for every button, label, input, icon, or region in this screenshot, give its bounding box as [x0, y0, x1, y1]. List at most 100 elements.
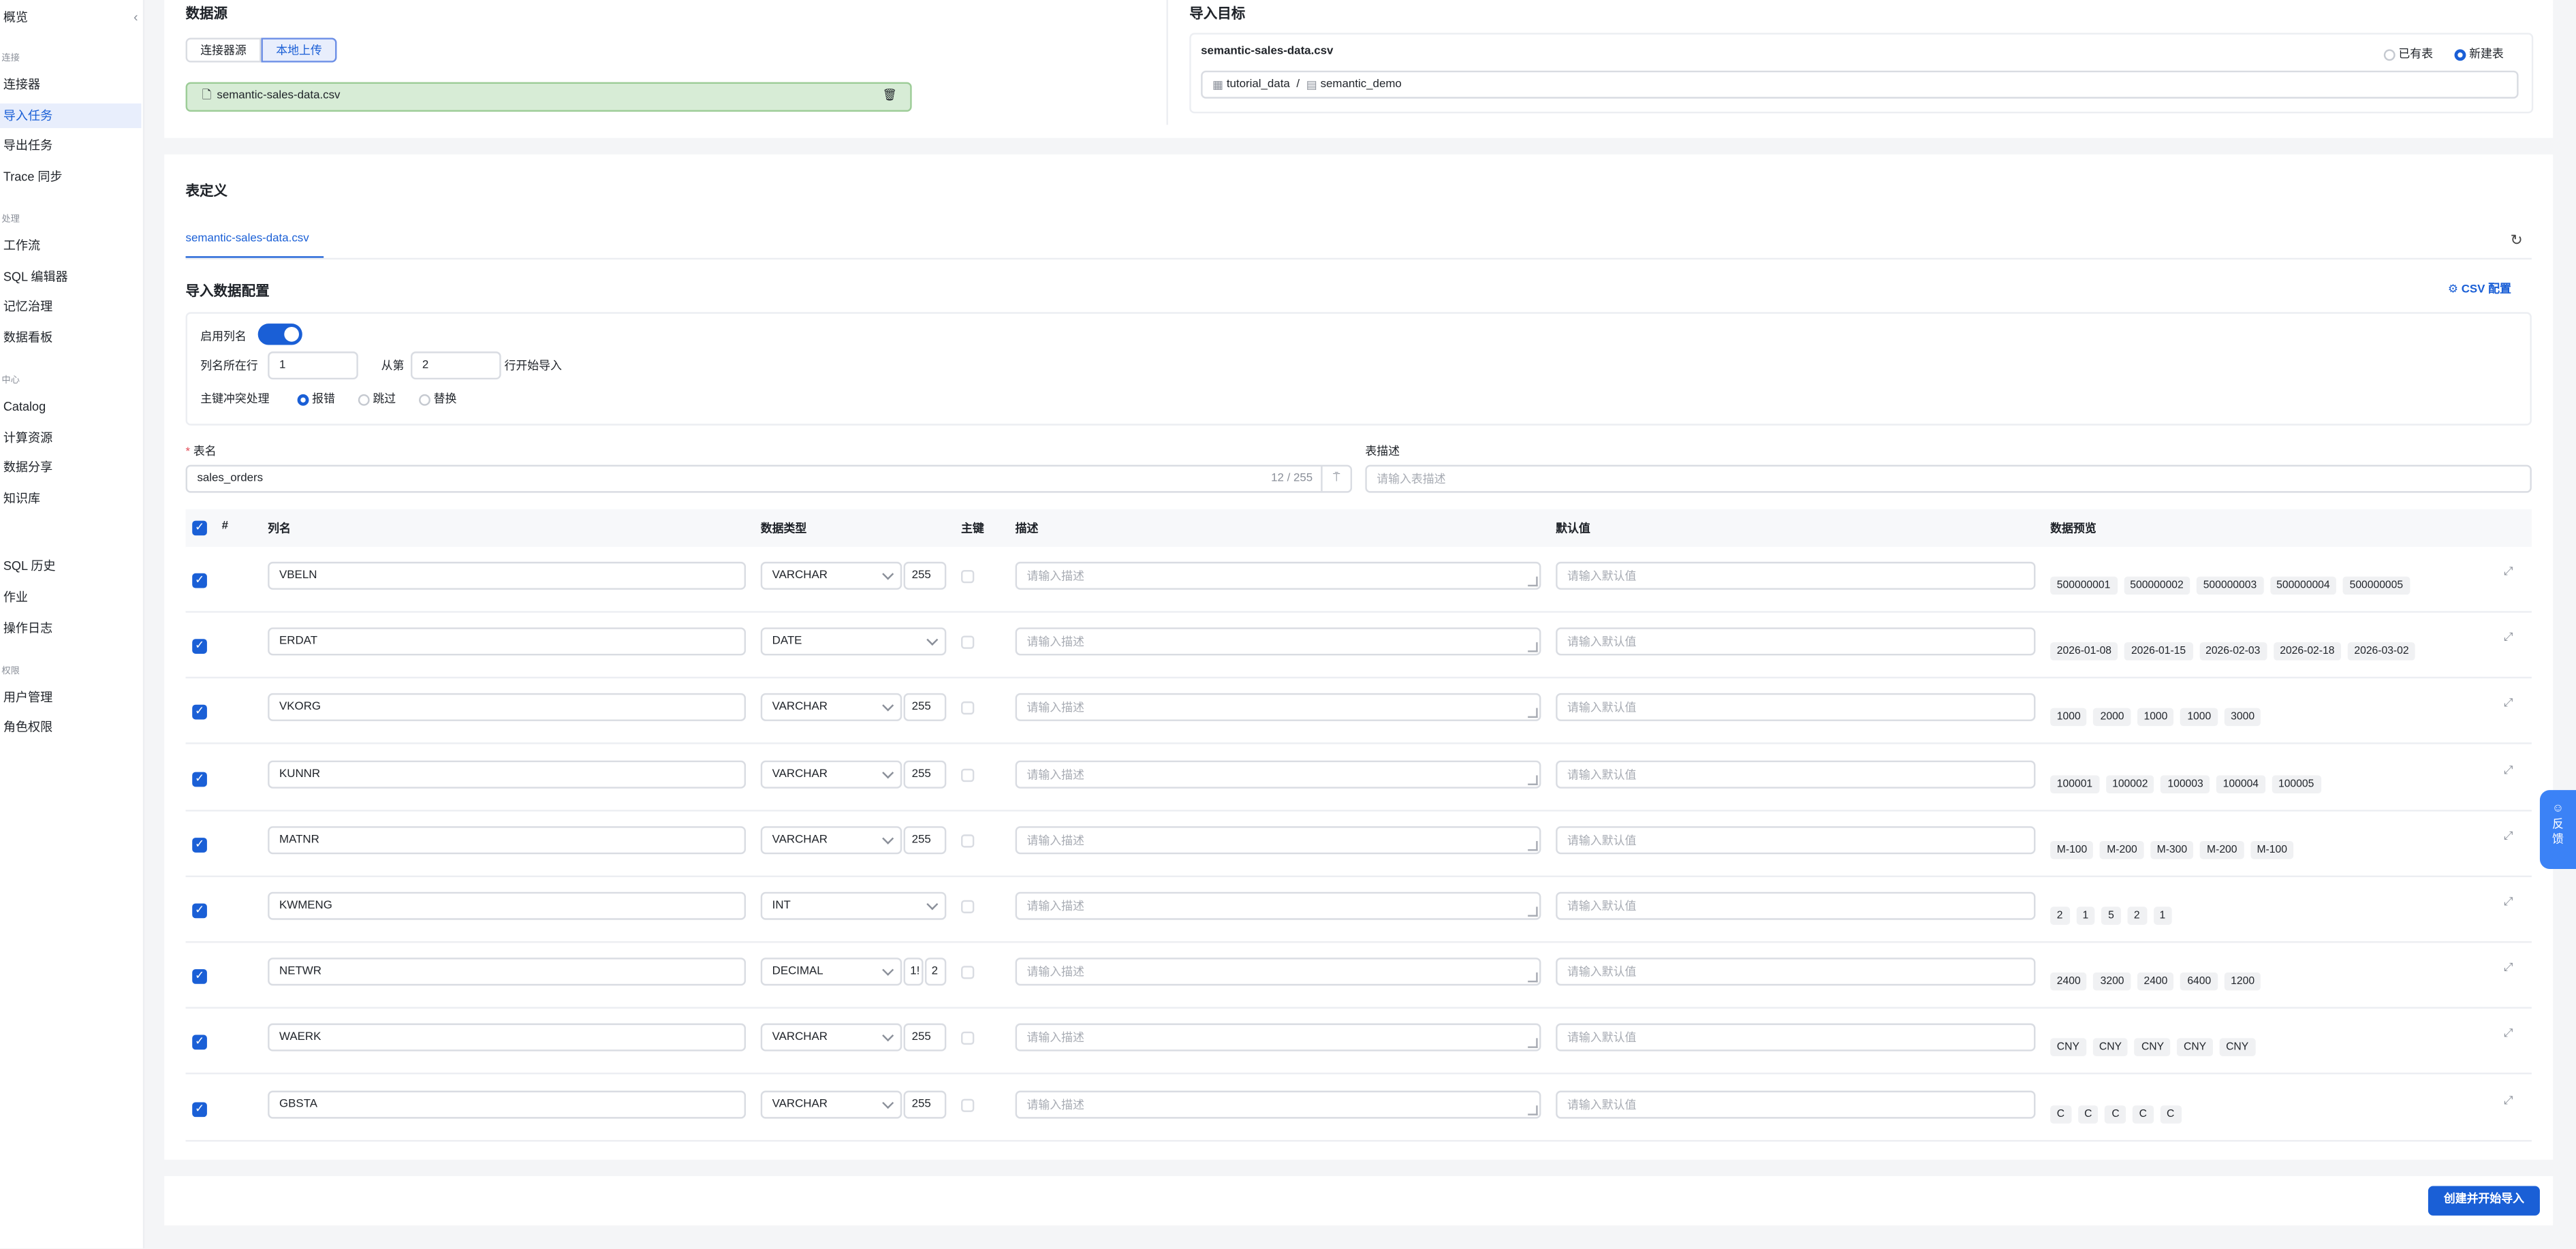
- primary-key-checkbox[interactable]: [961, 966, 975, 979]
- conflict-option-skip[interactable]: 跳过: [358, 391, 396, 407]
- refresh-icon[interactable]: ↻: [2511, 232, 2523, 250]
- enable-header-toggle[interactable]: [257, 323, 302, 345]
- resize-handle-icon[interactable]: [1528, 576, 1538, 587]
- data-type-select[interactable]: DATE: [760, 627, 947, 656]
- expand-icon[interactable]: ⤢: [2504, 765, 2513, 778]
- resize-handle-icon[interactable]: [1528, 642, 1538, 652]
- primary-key-checkbox[interactable]: [961, 1031, 975, 1045]
- column-name-input[interactable]: MATNR: [268, 826, 747, 855]
- sidebar-item-compute[interactable]: 计算资源: [0, 426, 141, 450]
- row-checkbox[interactable]: ✓: [192, 838, 207, 853]
- column-name-input[interactable]: KWMENG: [268, 891, 747, 920]
- default-value-input[interactable]: 请输入默认值: [1556, 891, 2036, 920]
- data-type-select[interactable]: VARCHAR: [760, 1090, 902, 1119]
- column-name-input[interactable]: WAERK: [268, 1023, 747, 1052]
- sidebar-item-workflow[interactable]: 工作流: [0, 234, 141, 258]
- length-input[interactable]: 255: [903, 693, 947, 721]
- row-checkbox[interactable]: ✓: [192, 772, 207, 787]
- length-input[interactable]: 255: [903, 561, 947, 590]
- primary-key-checkbox[interactable]: [961, 834, 975, 848]
- length-input[interactable]: 255: [903, 760, 947, 789]
- description-textarea[interactable]: 请输入描述: [1015, 1090, 1541, 1119]
- table-desc-input[interactable]: 请输入表描述: [1365, 464, 2532, 493]
- sidebar-item-data-share[interactable]: 数据分享: [0, 455, 141, 479]
- tab-csv-file[interactable]: semantic-sales-data.csv: [186, 234, 309, 245]
- default-value-input[interactable]: 请输入默认值: [1556, 1090, 2036, 1119]
- expand-icon[interactable]: ⤢: [2504, 962, 2513, 975]
- primary-key-checkbox[interactable]: [961, 1098, 975, 1112]
- sidebar-item-sql-editor[interactable]: SQL 编辑器: [0, 264, 141, 289]
- header-row-input[interactable]: 1: [268, 351, 358, 380]
- default-value-input[interactable]: 请输入默认值: [1556, 760, 2036, 789]
- radio-error[interactable]: [297, 394, 309, 405]
- create-and-import-button[interactable]: 创建并开始导入: [2428, 1186, 2540, 1216]
- data-type-select[interactable]: VARCHAR: [760, 561, 902, 590]
- expand-icon[interactable]: ⤢: [2504, 831, 2513, 844]
- sidebar-item-jobs[interactable]: 作业: [0, 585, 141, 610]
- default-value-input[interactable]: 请输入默认值: [1556, 627, 2036, 656]
- expand-icon[interactable]: ⤢: [2504, 1096, 2513, 1109]
- precision-input[interactable]: 1!: [903, 958, 924, 986]
- expand-icon[interactable]: ⤢: [2504, 633, 2513, 646]
- radio-replace[interactable]: [419, 394, 430, 405]
- default-value-input[interactable]: 请输入默认值: [1556, 561, 2036, 590]
- data-type-select[interactable]: VARCHAR: [760, 760, 902, 789]
- row-checkbox[interactable]: ✓: [192, 573, 207, 588]
- tab-connector-source[interactable]: 连接器源: [185, 37, 262, 63]
- resize-handle-icon[interactable]: [1528, 1105, 1538, 1116]
- primary-key-checkbox[interactable]: [961, 569, 975, 584]
- option-existing-table[interactable]: 已有表: [2383, 46, 2433, 63]
- select-all-checkbox[interactable]: ✓: [192, 520, 207, 536]
- data-type-select[interactable]: VARCHAR: [760, 826, 902, 855]
- expand-icon[interactable]: ⤢: [2504, 698, 2513, 711]
- row-checkbox[interactable]: ✓: [192, 639, 207, 654]
- conflict-option-error[interactable]: 报错: [297, 391, 335, 407]
- default-value-input[interactable]: 请输入默认值: [1556, 826, 2036, 855]
- description-textarea[interactable]: 请输入描述: [1015, 958, 1541, 986]
- delete-icon[interactable]: 🗑: [883, 89, 897, 102]
- sidebar-item-export-tasks[interactable]: 导出任务: [0, 133, 141, 157]
- option-new-table[interactable]: 新建表: [2454, 46, 2504, 63]
- column-name-input[interactable]: NETWR: [268, 958, 747, 986]
- data-type-select[interactable]: DECIMAL: [760, 958, 902, 986]
- tab-local-upload[interactable]: 本地上传: [261, 37, 337, 63]
- radio-existing[interactable]: [2383, 48, 2396, 61]
- length-input[interactable]: 255: [903, 1023, 947, 1052]
- conflict-option-replace[interactable]: 替换: [419, 391, 456, 407]
- sidebar-item-connectors[interactable]: 连接器: [0, 72, 141, 97]
- column-name-input[interactable]: VBELN: [268, 561, 747, 590]
- resize-handle-icon[interactable]: [1528, 1038, 1538, 1048]
- description-textarea[interactable]: 请输入描述: [1015, 627, 1541, 656]
- resize-handle-icon[interactable]: [1528, 906, 1538, 917]
- row-checkbox[interactable]: ✓: [192, 903, 207, 919]
- sidebar-item-dashboard[interactable]: 数据看板: [0, 326, 141, 350]
- start-row-input[interactable]: 2: [410, 351, 501, 380]
- data-type-select[interactable]: VARCHAR: [760, 1023, 902, 1052]
- primary-key-checkbox[interactable]: [961, 900, 975, 914]
- primary-key-checkbox[interactable]: [961, 768, 975, 782]
- sidebar-item-import-tasks[interactable]: 导入任务: [0, 103, 142, 129]
- expand-icon[interactable]: ⤢: [2504, 567, 2513, 580]
- target-path-field[interactable]: ▦ tutorial_data / ▤ semantic_demo: [1201, 70, 2519, 99]
- description-textarea[interactable]: 请输入描述: [1015, 693, 1541, 721]
- description-textarea[interactable]: 请输入描述: [1015, 561, 1541, 590]
- data-type-select[interactable]: INT: [760, 891, 947, 920]
- sidebar-item-trace-sync[interactable]: Trace 同步: [0, 164, 141, 189]
- sidebar-item-catalog[interactable]: Catalog: [0, 394, 141, 419]
- scale-input[interactable]: 2: [924, 958, 947, 986]
- row-checkbox[interactable]: ✓: [192, 1102, 207, 1118]
- resize-handle-icon[interactable]: [1528, 840, 1538, 851]
- resize-handle-icon[interactable]: [1528, 972, 1538, 983]
- expand-icon[interactable]: ⤢: [2504, 1028, 2513, 1041]
- sidebar-item-knowledge[interactable]: 知识库: [0, 486, 141, 511]
- description-textarea[interactable]: 请输入描述: [1015, 826, 1541, 855]
- data-type-select[interactable]: VARCHAR: [760, 693, 902, 721]
- default-value-input[interactable]: 请输入默认值: [1556, 958, 2036, 986]
- table-name-input[interactable]: sales_orders 12 / 255 ⍑: [185, 464, 1353, 493]
- row-checkbox[interactable]: ✓: [192, 969, 207, 984]
- column-name-input[interactable]: VKORG: [268, 693, 747, 721]
- radio-new[interactable]: [2454, 48, 2466, 61]
- sidebar-item-sql-history[interactable]: SQL 历史: [0, 554, 141, 578]
- row-checkbox[interactable]: ✓: [192, 704, 207, 720]
- feedback-button[interactable]: ☺ 反馈: [2539, 790, 2576, 869]
